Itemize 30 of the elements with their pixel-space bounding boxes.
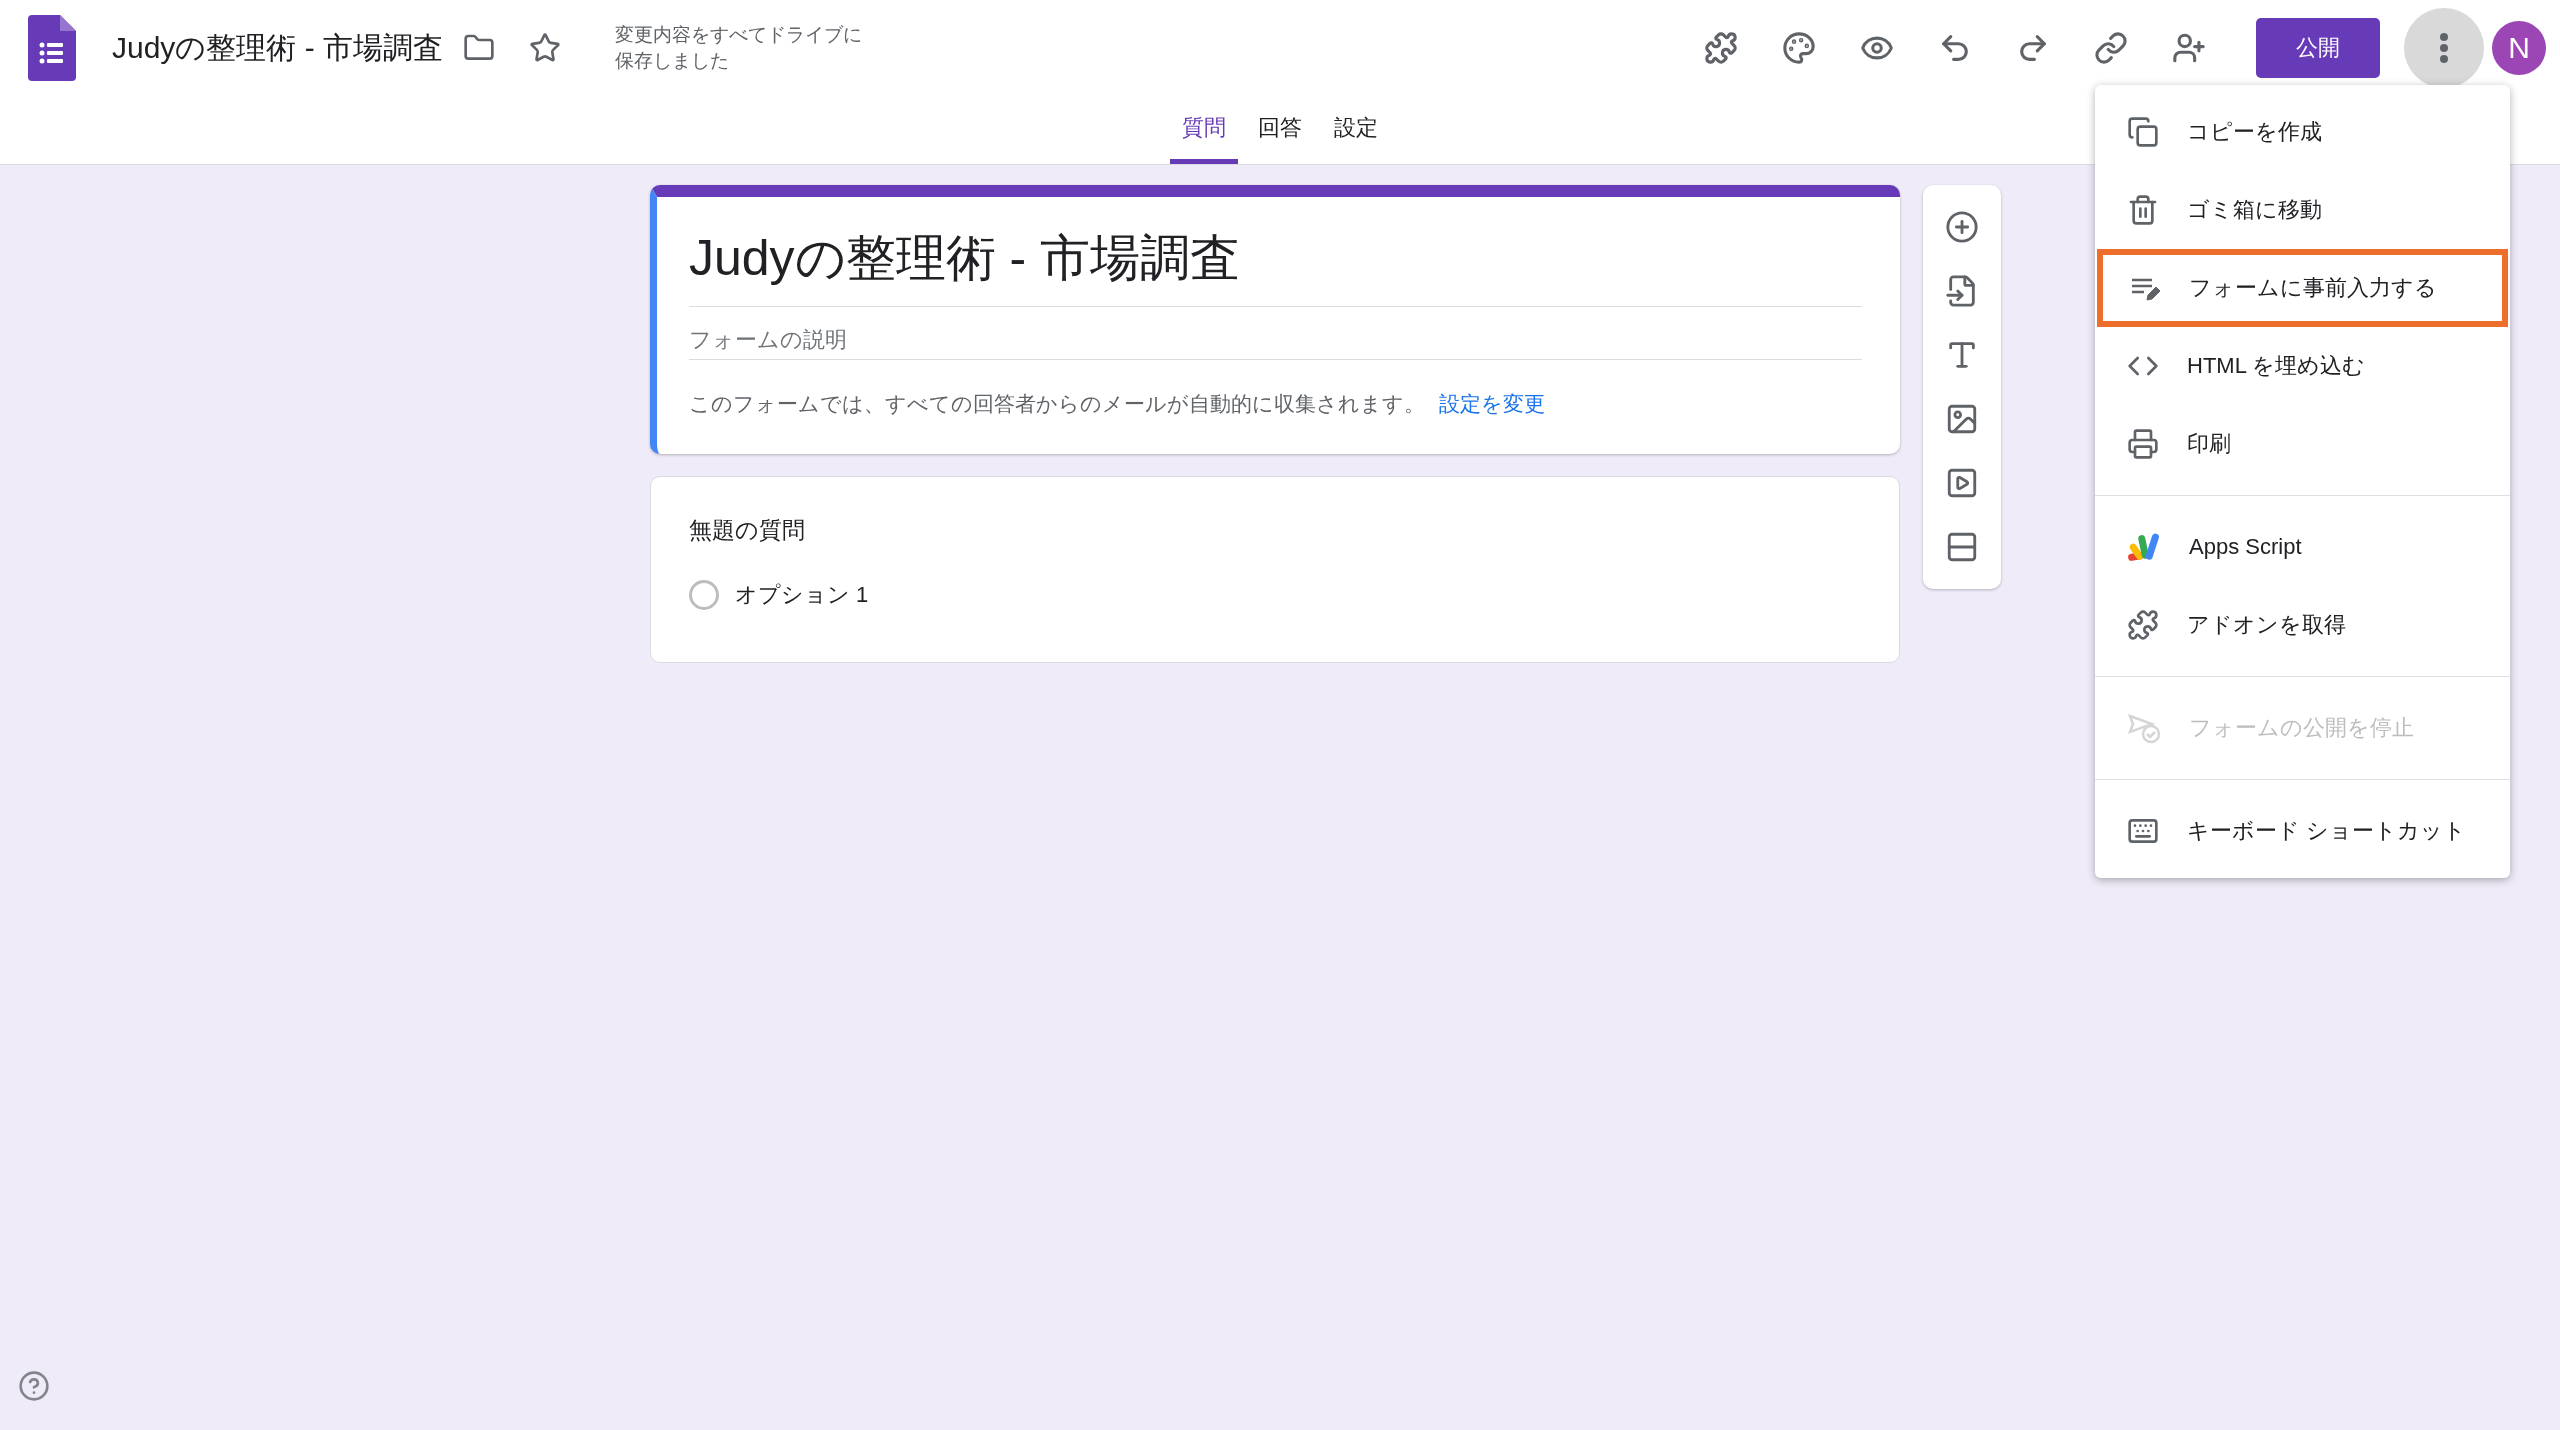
menu-item[interactable]: Apps Script xyxy=(2095,508,2510,586)
option-label: オプション 1 xyxy=(735,581,869,609)
save-status: 変更内容をすべてドライブに保存しました xyxy=(615,23,864,73)
forms-logo-icon[interactable] xyxy=(28,15,76,81)
tab[interactable]: 設定 xyxy=(1322,96,1390,164)
printer-icon xyxy=(2127,428,2159,460)
vertical-dots-icon xyxy=(2440,33,2448,63)
menu-item[interactable]: ゴミ箱に移動 xyxy=(2095,171,2510,249)
copy-icon xyxy=(2127,116,2159,148)
publish-button[interactable]: 公開 xyxy=(2256,18,2380,78)
help-icon[interactable] xyxy=(18,1370,50,1402)
send-check-icon xyxy=(2127,712,2161,744)
avatar[interactable]: N xyxy=(2492,21,2546,75)
tab[interactable]: 回答 xyxy=(1246,96,1314,164)
puzzle-icon xyxy=(2127,609,2159,641)
menu-item[interactable]: 印刷 xyxy=(2095,405,2510,483)
menu-item[interactable]: HTML を埋め込む xyxy=(2095,327,2510,405)
form-title[interactable]: Judyの整理術 - 市場調査 xyxy=(112,27,444,69)
question-title: 無題の質問 xyxy=(689,516,806,545)
radio-button[interactable] xyxy=(689,580,719,610)
email-notice: このフォームでは、すべての回答者からのメールが自動的に収集されます。 設定を変更 xyxy=(689,391,1546,417)
trash-icon xyxy=(2127,194,2159,226)
menu-item[interactable]: キーボード ショートカット xyxy=(2095,792,2510,870)
menu-item[interactable]: フォームに事前入力する xyxy=(2097,249,2508,327)
tab[interactable]: 質問 xyxy=(1170,96,1238,164)
apps-script-icon xyxy=(2127,531,2161,563)
menu-item[interactable]: アドオンを取得 xyxy=(2095,586,2510,664)
menu-item[interactable]: コピーを作成 xyxy=(2095,93,2510,171)
question-card[interactable]: 無題の質問 オプション 1 xyxy=(650,476,1900,663)
change-settings-link[interactable]: 設定を変更 xyxy=(1439,392,1545,415)
